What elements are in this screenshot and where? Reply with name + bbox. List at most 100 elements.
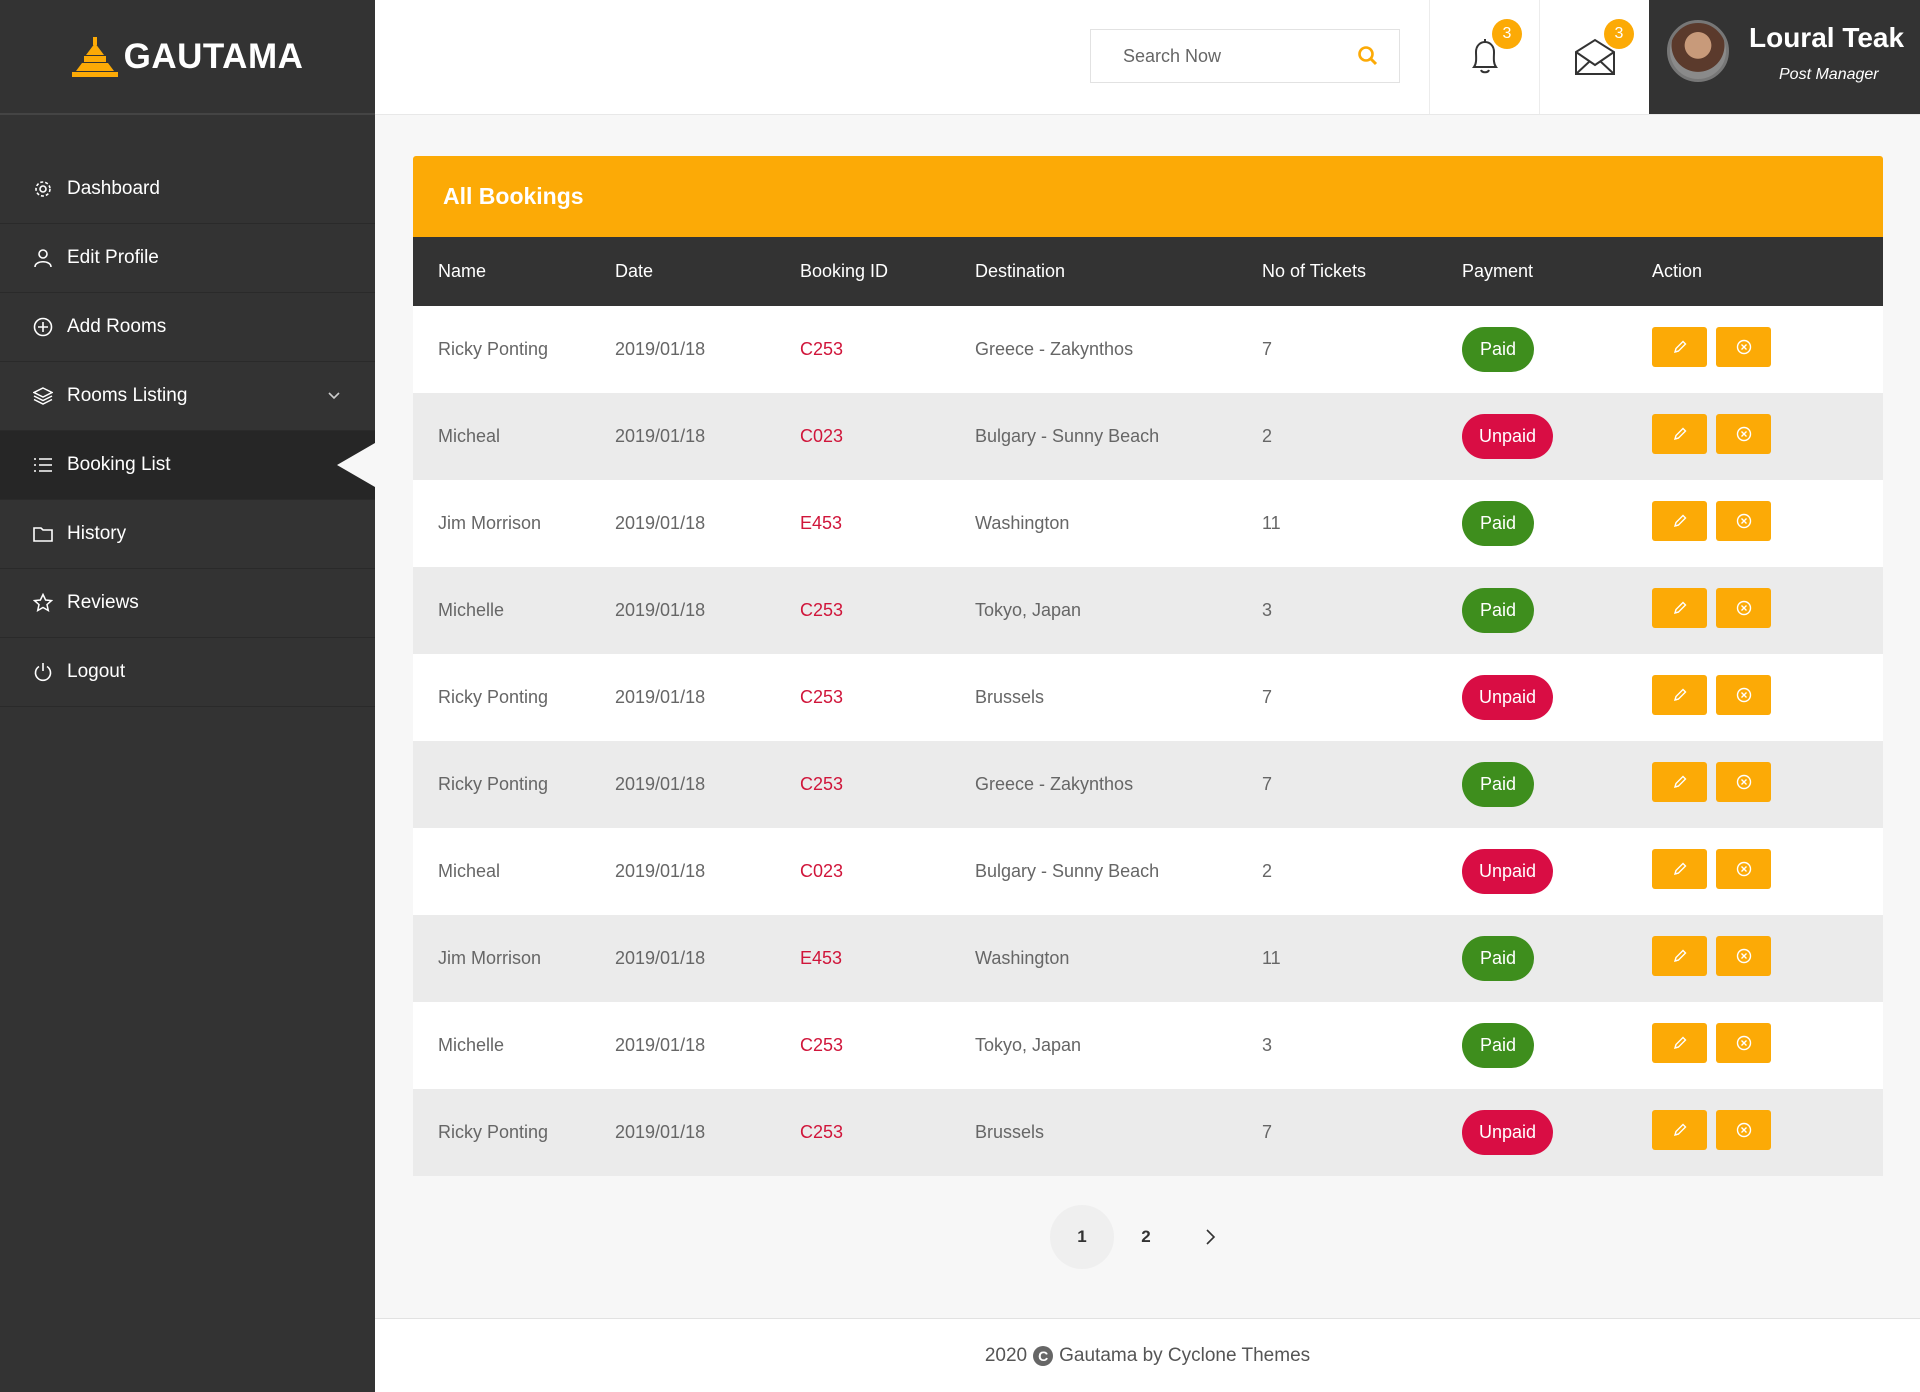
- edit-button[interactable]: [1652, 848, 1707, 889]
- pencil-icon: [1673, 340, 1686, 353]
- page-2-button[interactable]: 2: [1114, 1205, 1178, 1269]
- edit-button[interactable]: [1652, 326, 1707, 367]
- cell-destination: Bulgary - Sunny Beach: [975, 861, 1160, 881]
- page-1-button[interactable]: 1: [1050, 1205, 1114, 1269]
- notifications-button[interactable]: 3: [1429, 0, 1539, 114]
- sidebar-menu: Dashboard Edit Profile Add Rooms Rooms L…: [0, 155, 375, 707]
- edit-button[interactable]: [1652, 1022, 1707, 1063]
- cell-date: 2019/01/18: [615, 600, 706, 620]
- sidebar-item-edit-profile[interactable]: Edit Profile: [0, 224, 375, 293]
- cell-name: Ricky Ponting: [438, 339, 549, 359]
- brand-name: GAUTAMA: [123, 36, 304, 76]
- cell-destination: Tokyo, Japan: [975, 1035, 1082, 1055]
- delete-button[interactable]: [1716, 935, 1771, 976]
- column-header-date: Date: [615, 261, 654, 281]
- edit-button[interactable]: [1652, 587, 1707, 628]
- close-circle-icon: [1736, 861, 1751, 876]
- pencil-icon: [1673, 949, 1686, 962]
- payment-status-badge: Unpaid: [1462, 675, 1553, 720]
- cell-date: 2019/01/18: [615, 1035, 706, 1055]
- close-circle-icon: [1736, 687, 1751, 702]
- search-icon[interactable]: [1357, 45, 1379, 67]
- cell-destination: Brussels: [975, 687, 1045, 707]
- cell-date: 2019/01/18: [615, 426, 706, 446]
- cell-date: 2019/01/18: [615, 1122, 706, 1142]
- cell-booking-id: C253: [800, 600, 844, 620]
- user-profile[interactable]: Loural Teak Post Manager: [1649, 0, 1920, 114]
- delete-button[interactable]: [1716, 848, 1771, 889]
- plus-circle-icon: [32, 316, 54, 338]
- search-input[interactable]: [1123, 45, 1353, 67]
- delete-button[interactable]: [1716, 500, 1771, 541]
- delete-button[interactable]: [1716, 326, 1771, 367]
- close-circle-icon: [1736, 948, 1751, 963]
- sidebar-item-dashboard[interactable]: Dashboard: [0, 155, 375, 224]
- delete-button[interactable]: [1716, 587, 1771, 628]
- sidebar-item-reviews[interactable]: Reviews: [0, 569, 375, 638]
- pencil-icon: [1673, 688, 1686, 701]
- table-row: Ricky Ponting 2019/01/18 C253 Brussels 7…: [413, 1089, 1883, 1176]
- edit-button[interactable]: [1652, 1109, 1707, 1150]
- close-circle-icon: [1736, 426, 1751, 441]
- cell-tickets: 3: [1262, 1035, 1273, 1055]
- payment-status-badge: Paid: [1462, 501, 1534, 546]
- column-header-booking-id: Booking ID: [800, 261, 889, 281]
- chevron-down-icon[interactable]: [327, 388, 341, 402]
- cell-date: 2019/01/18: [615, 513, 706, 533]
- close-circle-icon: [1736, 513, 1751, 528]
- cell-destination: Greece - Zakynthos: [975, 774, 1134, 794]
- cell-booking-id: C253: [800, 339, 844, 359]
- messages-button[interactable]: 3: [1539, 0, 1649, 114]
- brand-logo[interactable]: GAUTAMA: [0, 0, 375, 115]
- cell-destination: Washington: [975, 513, 1070, 533]
- bookings-panel: All Bookings Name Date Booking ID Destin…: [413, 156, 1883, 1176]
- edit-button[interactable]: [1652, 674, 1707, 715]
- sidebar-item-label: Logout: [67, 661, 126, 682]
- sidebar-item-label: History: [67, 523, 127, 544]
- edit-button[interactable]: [1652, 935, 1707, 976]
- delete-button[interactable]: [1716, 1022, 1771, 1063]
- cell-tickets: 11: [1262, 513, 1281, 533]
- user-role: Post Manager: [1779, 66, 1879, 83]
- messages-badge: 3: [1604, 19, 1634, 49]
- delete-button[interactable]: [1716, 761, 1771, 802]
- delete-button[interactable]: [1716, 1109, 1771, 1150]
- column-header-destination: Destination: [975, 261, 1066, 281]
- sidebar-item-label: Dashboard: [67, 178, 160, 199]
- payment-status-badge: Paid: [1462, 327, 1534, 372]
- cell-destination: Greece - Zakynthos: [975, 339, 1134, 359]
- cell-destination: Washington: [975, 948, 1070, 968]
- active-indicator: [337, 443, 375, 487]
- cell-booking-id: C253: [800, 1035, 844, 1055]
- sidebar-item-booking-list[interactable]: Booking List: [0, 431, 375, 500]
- cell-destination: Tokyo, Japan: [975, 600, 1082, 620]
- pencil-icon: [1673, 862, 1686, 875]
- column-header-action: Action: [1652, 261, 1703, 281]
- edit-button[interactable]: [1652, 500, 1707, 541]
- pencil-icon: [1673, 514, 1686, 527]
- row-actions: [1652, 1109, 1883, 1150]
- pencil-icon: [1673, 775, 1686, 788]
- table-row: Micheal 2019/01/18 C023 Bulgary - Sunny …: [413, 828, 1883, 915]
- sidebar-item-history[interactable]: History: [0, 500, 375, 569]
- cell-tickets: 7: [1262, 687, 1273, 707]
- edit-button[interactable]: [1652, 413, 1707, 454]
- delete-button[interactable]: [1716, 674, 1771, 715]
- close-circle-icon: [1736, 1122, 1751, 1137]
- cell-booking-id: C023: [800, 426, 844, 446]
- sidebar-item-label: Edit Profile: [67, 247, 159, 268]
- panel-title: All Bookings: [413, 156, 1883, 237]
- edit-button[interactable]: [1652, 761, 1707, 802]
- sidebar-item-add-rooms[interactable]: Add Rooms: [0, 293, 375, 362]
- gear-icon: [32, 178, 54, 200]
- delete-button[interactable]: [1716, 413, 1771, 454]
- column-header-name: Name: [438, 261, 487, 281]
- cell-name: Michelle: [438, 1035, 505, 1055]
- top-header: 3 3 Loural Teak Post Manager: [375, 0, 1920, 115]
- next-page-button[interactable]: [1178, 1205, 1242, 1269]
- column-header-payment: Payment: [1462, 261, 1534, 281]
- sidebar-item-logout[interactable]: Logout: [0, 638, 375, 707]
- cell-destination: Bulgary - Sunny Beach: [975, 426, 1160, 446]
- row-actions: [1652, 1022, 1883, 1063]
- sidebar-item-rooms-listing[interactable]: Rooms Listing: [0, 362, 375, 431]
